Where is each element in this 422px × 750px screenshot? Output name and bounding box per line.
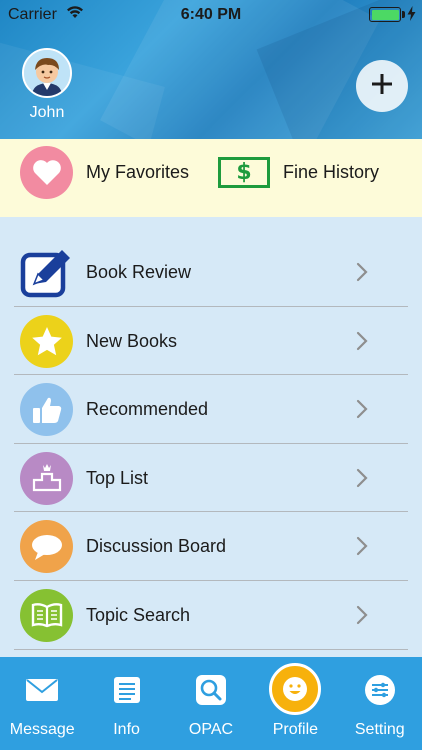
menu-item-recommended[interactable]: Recommended (0, 375, 422, 444)
menu-list: Book Review New Books Recommended Top Li… (0, 238, 422, 650)
chat-bubble-icon (20, 520, 73, 574)
dollar-bill-icon: $ (218, 157, 270, 188)
tab-label: OPAC (188, 721, 234, 738)
quick-actions: My Favorites $ Fine History (0, 139, 422, 217)
tab-setting[interactable]: Setting (338, 657, 422, 750)
dollar-symbol: $ (236, 160, 252, 185)
menu-item-label: Discussion Board (86, 536, 227, 557)
avatar[interactable] (22, 48, 72, 98)
tab-label: Profile (272, 721, 319, 738)
menu-item-label: New Books (86, 330, 178, 351)
menu-item-label: Recommended (86, 399, 209, 420)
fine-history-label: Fine History (283, 162, 380, 182)
thumbs-up-icon (20, 383, 73, 437)
chevron-right-icon (355, 331, 369, 351)
battery-icon (369, 7, 401, 22)
user-name: John (29, 104, 65, 121)
sliders-icon (362, 675, 398, 705)
tab-info[interactable]: Info (84, 657, 168, 750)
battery-tip (402, 11, 405, 18)
tab-profile[interactable]: Profile (253, 657, 337, 750)
my-favorites-label: My Favorites (86, 162, 190, 182)
chevron-right-icon (355, 468, 369, 488)
tab-message[interactable]: Message (0, 657, 84, 750)
magnifier-icon (193, 675, 229, 705)
clock: 6:40 PM (180, 6, 242, 23)
tab-opac[interactable]: OPAC (169, 657, 253, 750)
menu-item-book-review[interactable]: Book Review (0, 238, 422, 307)
tab-label: Info (113, 721, 140, 738)
menu-item-label: Top List (86, 467, 149, 488)
tab-label: Message (9, 721, 75, 738)
heart-icon (20, 146, 73, 199)
tab-label: Setting (354, 721, 405, 738)
chevron-right-icon (355, 262, 369, 282)
document-icon (109, 675, 145, 705)
book-icon (20, 588, 73, 642)
chevron-right-icon (355, 399, 369, 419)
profile-header: Carrier 6:40 PM John (0, 0, 422, 139)
envelope-icon (24, 675, 60, 705)
charging-bolt-icon (407, 6, 416, 26)
chevron-right-icon (355, 605, 369, 625)
star-icon (20, 314, 73, 368)
plus-icon (371, 73, 393, 100)
menu-item-label: Book Review (86, 262, 192, 282)
smiley-icon (269, 663, 322, 715)
menu-item-top-list[interactable]: Top List (0, 444, 422, 513)
menu-item-label: Topic Search (86, 604, 191, 625)
pencil-icon (20, 246, 73, 299)
my-favorites-button[interactable]: My Favorites (20, 146, 210, 210)
menu-item-topic-search[interactable]: Topic Search (0, 581, 422, 650)
chevron-right-icon (355, 536, 369, 556)
divider (14, 648, 408, 650)
tab-bar: Message Info OPAC Profile Setting (0, 657, 422, 750)
menu-item-discussion-board[interactable]: Discussion Board (0, 512, 422, 581)
menu-item-new-books[interactable]: New Books (0, 307, 422, 376)
fine-history-button[interactable]: $ Fine History (216, 146, 416, 210)
add-button[interactable] (356, 60, 408, 112)
status-bar: Carrier 6:40 PM (0, 0, 422, 30)
podium-icon (20, 451, 73, 505)
